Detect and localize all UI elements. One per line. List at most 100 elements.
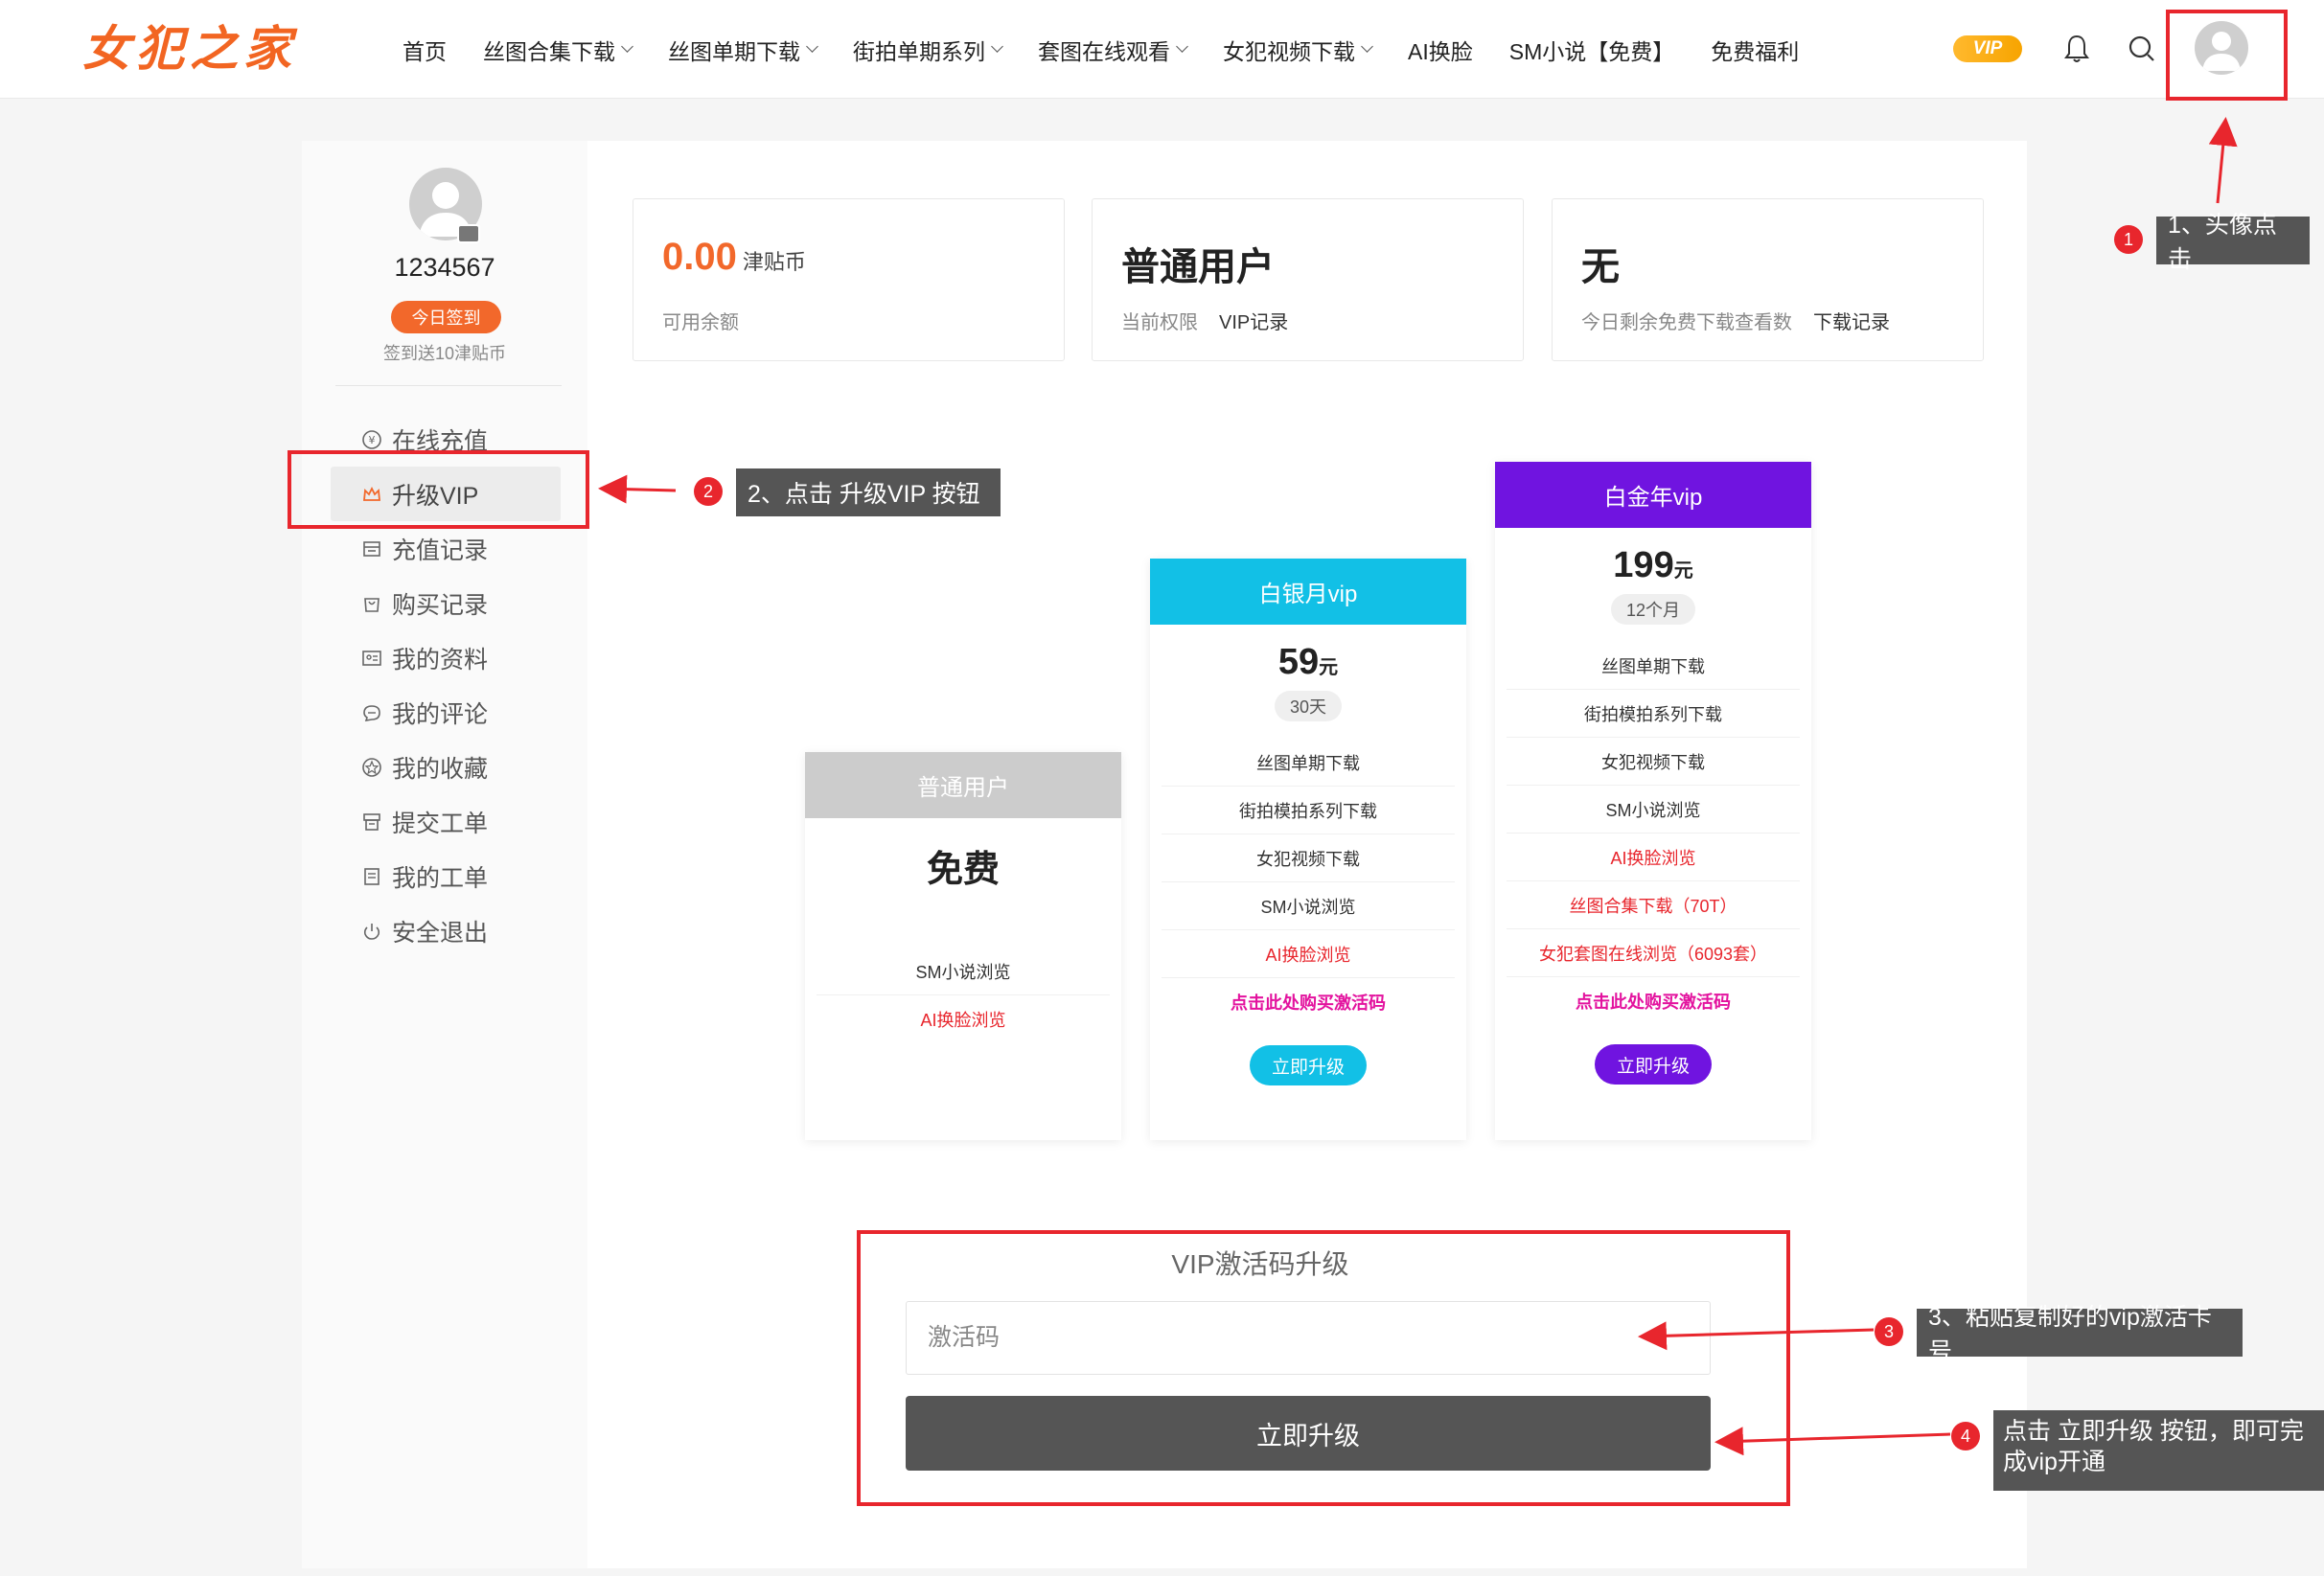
arrow-to-avatar: [2208, 117, 2238, 204]
chevron-down-icon: [1176, 40, 1188, 53]
nav-item-label: 丝图单期下载: [668, 38, 800, 64]
plan-feature: AI换脸浏览: [920, 1011, 1006, 1030]
bell-icon[interactable]: [2062, 34, 2091, 64]
vip-record-link[interactable]: VIP记录: [1219, 312, 1288, 333]
nav-item[interactable]: 街拍单期系列: [853, 34, 1003, 66]
sidebar-menu: ¥ 在线充值升级VIP 充值记录购买记录我的资料我的评论我的收藏提交工单我的工单安全…: [331, 412, 561, 958]
nav-item[interactable]: 免费福利: [1711, 34, 1799, 66]
svg-text:¥: ¥: [369, 434, 376, 446]
callout-step-3: 3、粘贴复制好的vip激活卡号: [1917, 1304, 2243, 1365]
search-icon[interactable]: [2128, 34, 2156, 63]
id-card-icon: [361, 648, 382, 669]
plan-price: 59元: [1277, 642, 1339, 682]
level-label-row: 当前权限 VIP记录: [1121, 307, 1288, 334]
plan-card-silver: 白银月vip 59元 30天 丝图单期下载 街拍模拍系列下载 女犯视频下载 SM小说浏…: [1150, 559, 1466, 1140]
sidebar-item-label: 购买记录: [392, 591, 489, 619]
plan-feature: SM小说浏览: [1162, 882, 1455, 930]
plan-feature: 丝图合集下载（70T）: [1507, 881, 1800, 929]
nav-item[interactable]: 女犯视频下载: [1223, 34, 1373, 66]
sidebar-item[interactable]: 我的工单: [331, 849, 561, 903]
plan-feature: 女犯视频下载: [1507, 738, 1800, 786]
balance-label: 可用余额: [662, 312, 739, 333]
plan-card-free: 普通用户 免费 SM小说浏览 AI换脸浏览: [805, 752, 1121, 1140]
plan-feature: 丝图单期下载: [1162, 739, 1455, 787]
sidebar-item-label: 我的工单: [392, 864, 489, 892]
level-value: 普通用户: [1121, 246, 1275, 288]
plan-feature: 街拍模拍系列下载: [1507, 690, 1800, 738]
star-icon: [361, 757, 382, 778]
vip-badge[interactable]: VIP: [1953, 35, 2022, 62]
sidebar-item[interactable]: 我的收藏: [331, 740, 561, 794]
document-icon: [361, 866, 382, 887]
plan-price: 免费: [926, 850, 1000, 890]
step-number: 3: [1875, 1317, 1903, 1346]
upgrade-silver-button[interactable]: 立即升级: [1250, 1045, 1367, 1085]
sidebar-item-label: 我的收藏: [392, 755, 489, 783]
buy-activation-code-link[interactable]: 点击此处购买激活码: [1162, 978, 1455, 1026]
nav-item-label: 街拍单期系列: [853, 38, 985, 64]
step-number: 4: [1951, 1422, 1980, 1450]
sidebar-item-label: 在线充值: [392, 427, 489, 455]
top-header: 女犯之家 首页 丝图合集下载 丝图单期下载 街拍单期系列 套图在线观看 女犯视频下载 AI换…: [0, 0, 2324, 99]
chevron-down-icon: [991, 40, 1003, 53]
nav-item[interactable]: 套图在线观看: [1038, 34, 1188, 66]
sidebar-item[interactable]: 提交工单: [331, 794, 561, 849]
plan-feature: SM小说浏览: [817, 948, 1110, 995]
nav-item[interactable]: 丝图合集下载: [483, 34, 633, 66]
plan-feature: AI换脸浏览: [1162, 930, 1455, 978]
nav-item[interactable]: 首页: [403, 34, 447, 66]
plan-features: 丝图单期下载 街拍模拍系列下载 女犯视频下载 SM小说浏览 AI换脸浏览 丝图合集下载（7…: [1507, 642, 1800, 1025]
site-logo[interactable]: 女犯之家: [82, 17, 297, 80]
activation-code-input[interactable]: [906, 1301, 1711, 1375]
downloads-value: 无: [1581, 246, 1620, 288]
sidebar-item[interactable]: 我的评论: [331, 685, 561, 740]
ticket-icon: [361, 811, 382, 833]
plan-header: 白金年vip: [1495, 462, 1811, 528]
balance-unit: 津贴币: [742, 250, 806, 274]
sidebar-item[interactable]: ¥ 在线充值: [331, 412, 561, 467]
activation-upgrade-button[interactable]: 立即升级: [906, 1396, 1711, 1471]
plan-feature: SM小说浏览: [1507, 786, 1800, 834]
sidebar-item-label: 我的资料: [392, 646, 489, 674]
sidebar-item[interactable]: 我的资料: [331, 630, 561, 685]
plan-header: 普通用户: [805, 752, 1121, 818]
plan-feature: 女犯视频下载: [1162, 834, 1455, 882]
username: 1234567: [394, 253, 495, 282]
sidebar-item[interactable]: 充值记录: [331, 521, 561, 576]
plan-feature: 女犯套图在线浏览（6093套）: [1507, 929, 1800, 977]
plan-features: 丝图单期下载 街拍模拍系列下载 女犯视频下载 SM小说浏览 AI换脸浏览 点击此处购买激活…: [1162, 739, 1455, 1026]
sidebar-item[interactable]: 安全退出: [331, 903, 561, 958]
sidebar-item-label: 我的评论: [392, 700, 489, 728]
wallet-icon: [361, 538, 382, 560]
sidebar-item-label: 升级VIP: [392, 482, 479, 510]
nav-item-label: 女犯视频下载: [1223, 38, 1355, 64]
upgrade-platinum-button[interactable]: 立即升级: [1595, 1044, 1712, 1085]
nav-item-label: 套图在线观看: [1038, 38, 1170, 64]
plan-feature: AI换脸浏览: [1507, 834, 1800, 881]
plan-features: SM小说浏览 AI换脸浏览: [817, 948, 1110, 1043]
avatar[interactable]: [2195, 21, 2248, 75]
nav-item[interactable]: SM小说【免费】: [1509, 34, 1675, 66]
level-label: 当前权限: [1121, 312, 1198, 333]
nav-item[interactable]: AI换脸: [1408, 34, 1473, 66]
nav-item-label: AI换脸: [1408, 38, 1473, 64]
plan-period: 12个月: [1611, 594, 1695, 625]
nav-item[interactable]: 丝图单期下载: [668, 34, 818, 66]
main-nav: 首页 丝图合集下载 丝图单期下载 街拍单期系列 套图在线观看 女犯视频下载 AI换脸 SM小说…: [403, 0, 1835, 99]
crown-icon: [361, 484, 382, 505]
camera-icon[interactable]: [457, 224, 480, 243]
download-record-link[interactable]: 下载记录: [1813, 312, 1890, 333]
callout-step-4: 点击 立即升级 按钮，即可完成vip开通: [1993, 1410, 2324, 1491]
sidebar-item[interactable]: 购买记录: [331, 576, 561, 630]
activation-title: VIP激活码升级: [1171, 1249, 1349, 1279]
checkin-tip: 签到送10津贴币: [382, 344, 507, 363]
chevron-down-icon: [1361, 40, 1373, 53]
checkin-button[interactable]: 今日签到: [391, 301, 501, 333]
buy-activation-code-link[interactable]: 点击此处购买激活码: [1507, 977, 1800, 1025]
downloads-label-row: 今日剩余免费下载查看数 下载记录: [1581, 307, 1890, 334]
sidebar-item[interactable]: 升级VIP: [331, 467, 561, 521]
downloads-label: 今日剩余免费下载查看数: [1581, 312, 1792, 333]
sidebar-item-label: 提交工单: [392, 810, 489, 837]
power-icon: [361, 921, 382, 942]
callout-step-2: 2、点击 升级VIP 按钮: [736, 468, 1001, 516]
